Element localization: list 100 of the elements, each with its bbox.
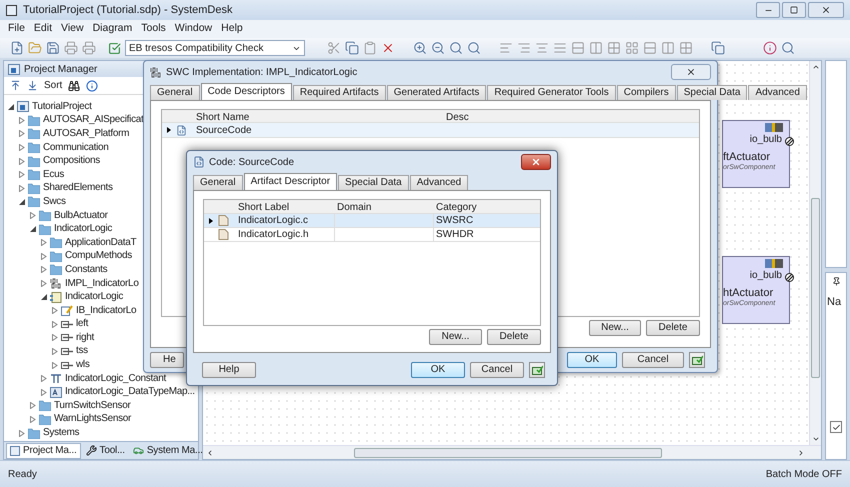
tree-item[interactable]: BulbActuator [54, 210, 108, 222]
tree-item[interactable]: IB_IndicatorLo [76, 304, 136, 317]
table-row[interactable]: SourceCode [162, 123, 699, 138]
expander-icon[interactable] [40, 294, 47, 301]
table-row[interactable]: IndicatorLogic.c SWSRC [204, 214, 540, 228]
tree-item[interactable]: Communication [43, 142, 109, 154]
pin-icon[interactable] [832, 277, 840, 286]
tab[interactable]: Compilers [616, 85, 676, 100]
tab[interactable]: Generated Artifacts [386, 85, 486, 100]
delete-icon[interactable] [381, 41, 395, 55]
menu-item[interactable]: Edit [34, 21, 52, 37]
checkbox[interactable] [830, 421, 842, 433]
tree-item[interactable]: left [76, 318, 88, 330]
menu-item[interactable]: View [61, 21, 84, 37]
layout-icon[interactable] [625, 41, 639, 55]
tab[interactable]: Special Data [338, 175, 409, 190]
tab[interactable]: Required Artifacts [292, 85, 386, 100]
menu-item[interactable]: Tools [141, 21, 166, 37]
move-up-icon[interactable] [10, 80, 21, 91]
tree-item[interactable]: ApplicationDataT [65, 236, 136, 249]
move-down-icon[interactable] [27, 80, 38, 91]
print-icon[interactable] [82, 41, 96, 55]
search-icon[interactable] [781, 41, 795, 55]
grid-icon[interactable] [607, 41, 621, 55]
binoculars-icon[interactable] [68, 80, 80, 92]
copy-icon[interactable] [345, 41, 359, 55]
delete-button[interactable]: Delete [646, 320, 700, 336]
panel-tab[interactable]: System Ma... [130, 442, 206, 458]
tree-item[interactable]: Constants [65, 264, 108, 276]
scroll-left-icon[interactable] [206, 448, 214, 456]
tree-item[interactable]: IndicatorLogic_DataTypeMap... [65, 386, 195, 398]
new-button[interactable]: New... [429, 329, 482, 345]
tab[interactable]: Advanced [748, 85, 807, 100]
tree-item[interactable]: Swcs [43, 196, 66, 208]
tree-item[interactable]: SharedElements [43, 182, 113, 194]
save-icon[interactable] [46, 41, 60, 55]
maximize-button[interactable] [782, 2, 806, 18]
rows-icon[interactable] [571, 41, 585, 55]
expander-icon[interactable] [29, 226, 36, 233]
tree-item[interactable]: AUTOSAR_AISpecificat [43, 114, 144, 126]
columns-icon[interactable] [661, 41, 675, 55]
delete-button[interactable]: Delete [487, 329, 541, 345]
panel-tab[interactable]: Project Ma... [6, 442, 81, 458]
menu-item[interactable]: Window [174, 21, 212, 37]
new-button[interactable]: New... [589, 320, 641, 336]
rows-icon[interactable] [643, 41, 657, 55]
vertical-scrollbar[interactable] [809, 61, 821, 445]
help-button[interactable]: He [150, 352, 184, 368]
zoom-out-icon[interactable] [431, 41, 445, 55]
tab[interactable]: Advanced [410, 175, 468, 190]
close-button[interactable] [521, 154, 551, 170]
apply-icon[interactable] [689, 352, 705, 368]
tree-item[interactable]: IMPL_IndicatorLo [65, 278, 139, 290]
tree-item[interactable]: tss [76, 345, 88, 358]
align-left-icon[interactable] [499, 41, 513, 55]
tab[interactable]: Required Generator Tools [487, 85, 616, 100]
align-right-icon[interactable] [517, 41, 531, 55]
tab[interactable]: General [193, 175, 243, 190]
tree-item[interactable]: WarnLightsSensor [54, 413, 132, 426]
expander-icon[interactable] [7, 103, 14, 110]
apply-icon[interactable] [529, 362, 545, 378]
zoom-icon[interactable] [467, 41, 481, 55]
tab[interactable]: Code Descriptors [200, 83, 292, 100]
table-row[interactable]: IndicatorLogic.h SWHDR [204, 228, 540, 242]
columns-icon[interactable] [589, 41, 603, 55]
zoom-in-icon[interactable] [413, 41, 427, 55]
info-icon[interactable] [86, 80, 98, 92]
tree-item[interactable]: Compositions [43, 155, 100, 168]
horizontal-scrollbar[interactable] [203, 445, 821, 459]
menu-item[interactable]: Help [221, 21, 243, 37]
help-icon[interactable] [763, 41, 777, 55]
tree-item[interactable]: CompuMethods [65, 250, 132, 262]
tree-item[interactable]: Systems [43, 427, 80, 440]
sort-button[interactable]: Sort [44, 78, 62, 93]
new-document-icon[interactable] [10, 41, 24, 55]
tab[interactable]: Artifact Descriptor [244, 173, 338, 190]
cancel-button[interactable]: Cancel [470, 362, 524, 378]
menu-item[interactable]: File [8, 21, 25, 37]
tree-item[interactable]: IndicatorLogic [54, 223, 112, 236]
tab[interactable]: General [150, 85, 200, 100]
cut-icon[interactable] [327, 41, 341, 55]
tree-item[interactable]: TutorialProject [32, 100, 92, 113]
tree-item[interactable]: IndicatorLogic_Constant [65, 372, 166, 385]
tree-item[interactable]: TurnSwitchSensor [54, 400, 131, 412]
ok-button[interactable]: OK [411, 362, 465, 378]
scroll-right-icon[interactable] [797, 448, 805, 456]
panel-tab[interactable]: Tool... [82, 442, 128, 458]
print-icon[interactable] [64, 41, 78, 55]
scroll-down-icon[interactable] [812, 435, 820, 443]
scroll-up-icon[interactable] [812, 63, 820, 71]
tree-item[interactable]: IndicatorLogic [65, 291, 124, 304]
help-button[interactable]: Help [202, 362, 256, 378]
tree-item[interactable]: right [76, 332, 94, 344]
close-button[interactable] [808, 2, 844, 18]
cancel-button[interactable]: Cancel [622, 352, 684, 368]
copy-icon[interactable] [711, 41, 725, 55]
tree-item[interactable]: Ecus [43, 168, 64, 181]
ok-button[interactable]: OK [567, 352, 617, 368]
grid-icon[interactable] [679, 41, 693, 55]
folder-icon[interactable] [28, 41, 42, 55]
